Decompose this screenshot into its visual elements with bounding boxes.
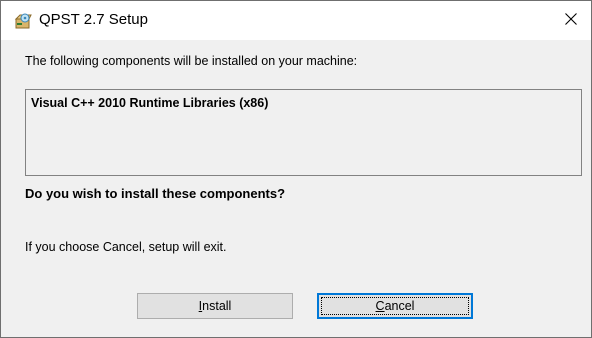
intro-text: The following components will be install… xyxy=(25,54,358,68)
cancel-mnemonic: C xyxy=(375,299,385,313)
close-icon xyxy=(565,12,577,30)
install-button-label: Install xyxy=(199,299,232,313)
install-question: Do you wish to install these components? xyxy=(25,186,286,201)
cancel-button-label: Cancel xyxy=(376,299,415,313)
install-button[interactable]: Install xyxy=(137,293,293,319)
cancel-note: If you choose Cancel, setup will exit. xyxy=(25,240,227,254)
list-item: Visual C++ 2010 Runtime Libraries (x86) xyxy=(31,96,269,110)
setup-installer-icon xyxy=(14,12,32,30)
setup-window: QPST 2.7 Setup The following components … xyxy=(0,0,592,338)
cancel-label-rest: ancel xyxy=(384,299,415,313)
window-title: QPST 2.7 Setup xyxy=(39,11,148,28)
title-bar[interactable]: QPST 2.7 Setup xyxy=(1,1,591,40)
close-button[interactable] xyxy=(551,1,591,40)
cancel-button[interactable]: Cancel xyxy=(317,293,473,319)
components-list: Visual C++ 2010 Runtime Libraries (x86) xyxy=(25,89,582,176)
install-label-rest: nstall xyxy=(202,299,232,313)
dialog-body: The following components will be install… xyxy=(1,40,591,337)
